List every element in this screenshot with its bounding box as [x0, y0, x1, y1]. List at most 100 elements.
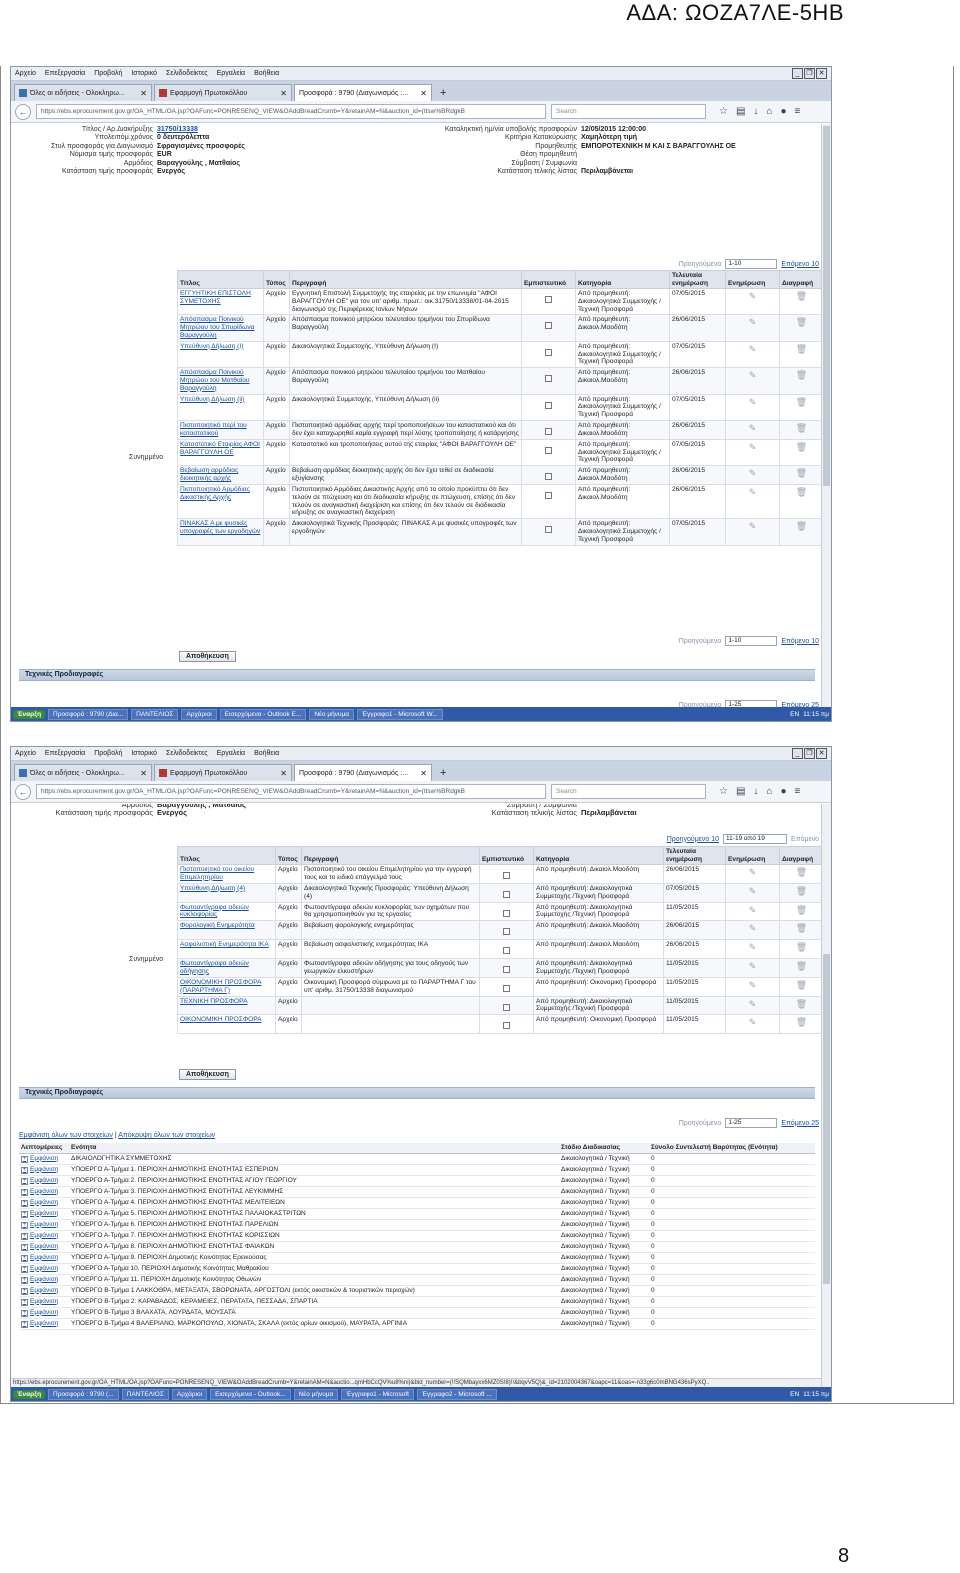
expand-icon[interactable]: +	[21, 1309, 28, 1317]
trash-icon[interactable]: 🗑	[782, 469, 821, 478]
edit-pencil-icon[interactable]: ✎	[728, 371, 777, 380]
language-indicator[interactable]: EN	[790, 1391, 799, 1398]
expand-icon[interactable]: +	[21, 1177, 28, 1185]
col-type[interactable]: Τύπος	[275, 846, 302, 865]
trash-icon[interactable]: 🗑	[782, 344, 821, 354]
show-details-link[interactable]: Εμφάνιση	[30, 1199, 58, 1206]
download-icon[interactable]: ↓	[753, 786, 758, 797]
confidential-checkbox[interactable]	[503, 947, 510, 955]
confidential-checkbox[interactable]	[503, 965, 510, 973]
tab-news[interactable]: Όλες οι ειδήσεις - Ολοκληρω... ✕	[14, 764, 152, 781]
col-lot[interactable]: Ενότητα	[69, 1143, 559, 1154]
home-icon[interactable]: ⌂	[766, 106, 772, 117]
expand-icon[interactable]: +	[21, 1320, 28, 1328]
minimize-icon[interactable]: _	[792, 748, 803, 759]
search-input[interactable]: Search	[551, 784, 706, 799]
trash-icon[interactable]: 🗑	[782, 292, 821, 301]
next-link[interactable]: Επόμενο 10	[781, 638, 819, 645]
edit-pencil-icon[interactable]: ✎	[728, 292, 777, 301]
scrollbar-thumb[interactable]	[823, 126, 830, 486]
url-bar[interactable]: https://ebs.eprocurement.gov.gr/OA_HTML/…	[36, 104, 546, 119]
trash-icon[interactable]: 🗑	[782, 397, 821, 407]
expand-icon[interactable]: +	[21, 1166, 28, 1174]
edit-pencil-icon[interactable]: ✎	[728, 980, 777, 990]
col-stage[interactable]: Στάδιο Διαδικασίας	[559, 1143, 649, 1154]
edit-pencil-icon[interactable]: ✎	[728, 999, 777, 1009]
show-details-link[interactable]: Εμφάνιση	[30, 1177, 58, 1184]
range-select[interactable]: 1-25	[725, 700, 778, 707]
tab-protocol[interactable]: Εφαρμογή Πρωτοκόλλου ✕	[154, 84, 292, 101]
vertical-scrollbar[interactable]	[821, 124, 831, 707]
trash-icon[interactable]: 🗑	[782, 962, 821, 971]
menu-edit[interactable]: Επεξεργασία	[45, 750, 85, 757]
confidential-checkbox[interactable]	[545, 526, 552, 534]
language-indicator[interactable]: EN	[790, 711, 799, 718]
show-details-link[interactable]: Εμφάνιση	[30, 1155, 58, 1162]
restore-icon[interactable]: ❐	[804, 68, 815, 79]
taskbar-item[interactable]: ΠΑΝΤΕΛΙΟΣ	[131, 708, 179, 720]
edit-pencil-icon[interactable]: ✎	[728, 469, 777, 478]
scrollbar-thumb[interactable]	[823, 954, 830, 1284]
edit-pencil-icon[interactable]: ✎	[728, 424, 777, 433]
edit-pencil-icon[interactable]: ✎	[728, 943, 777, 952]
range-select[interactable]: 1-10	[725, 636, 778, 646]
col-last-update[interactable]: Τελευταία ενημέρωση	[669, 270, 726, 289]
attachment-link[interactable]: Καταστατικό Εταιρίας ΑΦΟΙ ΒΑΡΑΓΓΟΥΛΗ ΟΕ	[180, 441, 260, 456]
expand-icon[interactable]: +	[21, 1188, 28, 1196]
menu-view[interactable]: Προβολή	[94, 70, 122, 77]
edit-pencil-icon[interactable]: ✎	[728, 924, 777, 933]
menu-file[interactable]: Αρχείο	[15, 70, 36, 77]
star-icon[interactable]: ☆	[719, 106, 728, 117]
expand-icon[interactable]: +	[21, 1221, 28, 1229]
taskbar-item[interactable]: Νέο μήνυμα	[309, 708, 354, 720]
tab-protocol[interactable]: Εφαρμογή Πρωτοκόλλου ✕	[154, 764, 292, 781]
next-link[interactable]: Επόμενο 10	[781, 261, 819, 268]
trash-icon[interactable]: 🗑	[782, 868, 821, 877]
save-button[interactable]: Αποθήκευση	[179, 1069, 236, 1080]
tab-news[interactable]: Όλες οι ειδήσεις - Ολοκληρω... ✕	[14, 84, 152, 101]
range-select[interactable]: 1-10	[725, 259, 778, 269]
save-button[interactable]: Αποθήκευση	[179, 651, 236, 662]
menu-bookmarks[interactable]: Σελιδοδείκτες	[166, 70, 208, 77]
start-button[interactable]: Έναρξη	[13, 709, 46, 719]
trash-icon[interactable]: 🗑	[782, 424, 821, 433]
col-category[interactable]: Κατηγορία	[575, 270, 670, 289]
confidential-checkbox[interactable]	[545, 322, 552, 330]
trash-icon[interactable]: 🗑	[782, 980, 821, 990]
menu-tools[interactable]: Εργαλεία	[217, 750, 245, 757]
edit-pencil-icon[interactable]: ✎	[728, 442, 777, 452]
close-tab-icon[interactable]: ✕	[280, 769, 287, 778]
edit-pencil-icon[interactable]: ✎	[728, 344, 777, 354]
edit-pencil-icon[interactable]: ✎	[728, 397, 777, 407]
show-details-link[interactable]: Εμφάνιση	[30, 1287, 58, 1294]
menu-history[interactable]: Ιστορικό	[131, 70, 157, 77]
attachment-link[interactable]: Υπεύθυνη Δήλωση (ii)	[180, 396, 245, 403]
show-details-link[interactable]: Εμφάνιση	[30, 1254, 58, 1261]
taskbar-item[interactable]: Προσφορά : 9790 (Δια...	[48, 708, 129, 720]
tab-offer[interactable]: Προσφορά : 9790 (Διαγωνισμός :... ✕	[294, 84, 432, 101]
trash-icon[interactable]: 🗑	[782, 522, 821, 531]
menu-history[interactable]: Ιστορικό	[131, 750, 157, 757]
edit-pencil-icon[interactable]: ✎	[728, 905, 777, 915]
trash-icon[interactable]: 🗑	[782, 905, 821, 915]
confidential-checkbox[interactable]	[503, 984, 510, 992]
back-icon[interactable]: ←	[15, 103, 31, 120]
expand-icon[interactable]: +	[21, 1155, 28, 1163]
attachment-link[interactable]: ΤΕΧΝΙΚΗ ΠΡΟΣΦΟΡΑ	[180, 998, 247, 1005]
minimize-icon[interactable]: _	[792, 68, 803, 79]
confidential-checkbox[interactable]	[503, 928, 510, 936]
trash-icon[interactable]: 🗑	[782, 999, 821, 1009]
confidential-checkbox[interactable]	[503, 1003, 510, 1011]
prev-link[interactable]: Προηγούμενο 10	[667, 836, 719, 843]
confidential-checkbox[interactable]	[545, 473, 552, 481]
expand-all-link[interactable]: Εμφάνιση όλων των στοιχείων	[19, 1132, 113, 1139]
menu-help[interactable]: Βοήθεια	[254, 70, 279, 77]
confidential-checkbox[interactable]	[545, 446, 552, 454]
attachment-link[interactable]: Φωτοαντίγραφα αδειών κυκλοφορίας	[180, 904, 249, 919]
chat-icon[interactable]: ●	[780, 786, 786, 797]
confidential-checkbox[interactable]	[503, 909, 510, 917]
attachment-link[interactable]: Πιστοποιητικό περί του καταστατικού	[180, 422, 247, 437]
menu-view[interactable]: Προβολή	[94, 750, 122, 757]
col-desc[interactable]: Περιγραφή	[301, 846, 480, 865]
trash-icon[interactable]: 🗑	[782, 488, 821, 497]
